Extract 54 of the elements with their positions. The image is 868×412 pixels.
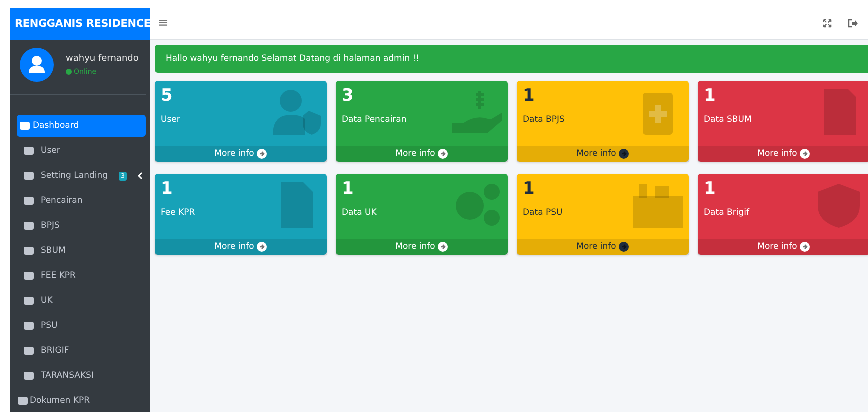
stat-label: Data Brigif <box>704 208 751 218</box>
arrow-circle-right-icon <box>257 149 268 159</box>
stat-label: Data PSU <box>523 208 564 218</box>
arrow-circle-right-icon <box>438 242 448 252</box>
stat-label: Fee KPR <box>161 208 196 218</box>
logout-icon[interactable] <box>848 19 858 28</box>
menu-button[interactable]: ≡ <box>158 16 169 31</box>
stat-label: Data Pencairan <box>342 115 408 125</box>
stat-label: Data UK <box>342 208 378 218</box>
chevron-left-icon <box>137 172 143 180</box>
more-info-link[interactable]: More info <box>155 239 327 255</box>
more-info-link[interactable]: More info <box>155 146 327 162</box>
stat-count: 1 <box>161 181 174 198</box>
fullscreen-icon[interactable] <box>823 19 832 28</box>
more-info-link[interactable]: More info <box>336 146 508 162</box>
stat-count: 3 <box>342 88 355 105</box>
stat-label: User <box>161 115 182 125</box>
stat-count: 1 <box>342 181 355 198</box>
stat-count: 1 <box>523 181 536 198</box>
stat-count: 5 <box>161 88 174 105</box>
sidebar-item[interactable]: UK <box>17 290 146 312</box>
stat-label: Data BPJS <box>523 115 566 125</box>
sidebar-item[interactable]: User <box>17 140 146 162</box>
more-info-link[interactable]: More info <box>517 239 689 255</box>
more-info-link[interactable]: More info <box>336 239 508 255</box>
sidebar-item[interactable]: Dokumen KPR <box>17 390 146 412</box>
brand-title: RENGGANIS RESIDENCE <box>15 18 151 30</box>
user-name: wahyu fernando <box>66 54 139 64</box>
user-shield-icon <box>271 89 321 135</box>
arrow-circle-right-icon <box>800 149 810 159</box>
stat-count: 1 <box>704 181 717 198</box>
more-info-link[interactable]: More info <box>698 239 868 255</box>
sidebar-item[interactable]: BRIGIF <box>17 340 146 362</box>
more-info-link[interactable]: More info <box>698 146 868 162</box>
user-avatar-icon <box>20 48 54 82</box>
hand-dollar-icon <box>452 89 502 135</box>
sidebar-item[interactable]: FEE KPR <box>17 265 146 287</box>
more-info-link[interactable]: More info <box>517 146 689 162</box>
sidebar-item[interactable]: TARANSAKSI <box>17 365 146 387</box>
arrow-circle-right-icon <box>619 149 630 159</box>
arrow-circle-right-icon <box>619 242 630 252</box>
sidebar-item[interactable]: BPJS <box>17 215 146 237</box>
sidebar-item[interactable]: SBUM <box>17 240 146 262</box>
sidebar-item[interactable]: Pencairan <box>17 190 146 212</box>
stat-count: 1 <box>523 88 536 105</box>
sidebar-item[interactable]: PSU <box>17 315 146 337</box>
arrow-circle-right-icon <box>438 149 448 159</box>
stat-label: Data SBUM <box>704 115 753 125</box>
welcome-alert: Hallo wahyu fernando Selamat Datang di halaman admin !! <box>155 45 868 73</box>
arrow-circle-right-icon <box>257 242 268 252</box>
online-dot-icon <box>66 69 72 75</box>
sidebar-item[interactable]: Dashboard <box>17 115 146 137</box>
arrow-circle-right-icon <box>800 242 810 252</box>
stat-count: 1 <box>704 88 717 105</box>
